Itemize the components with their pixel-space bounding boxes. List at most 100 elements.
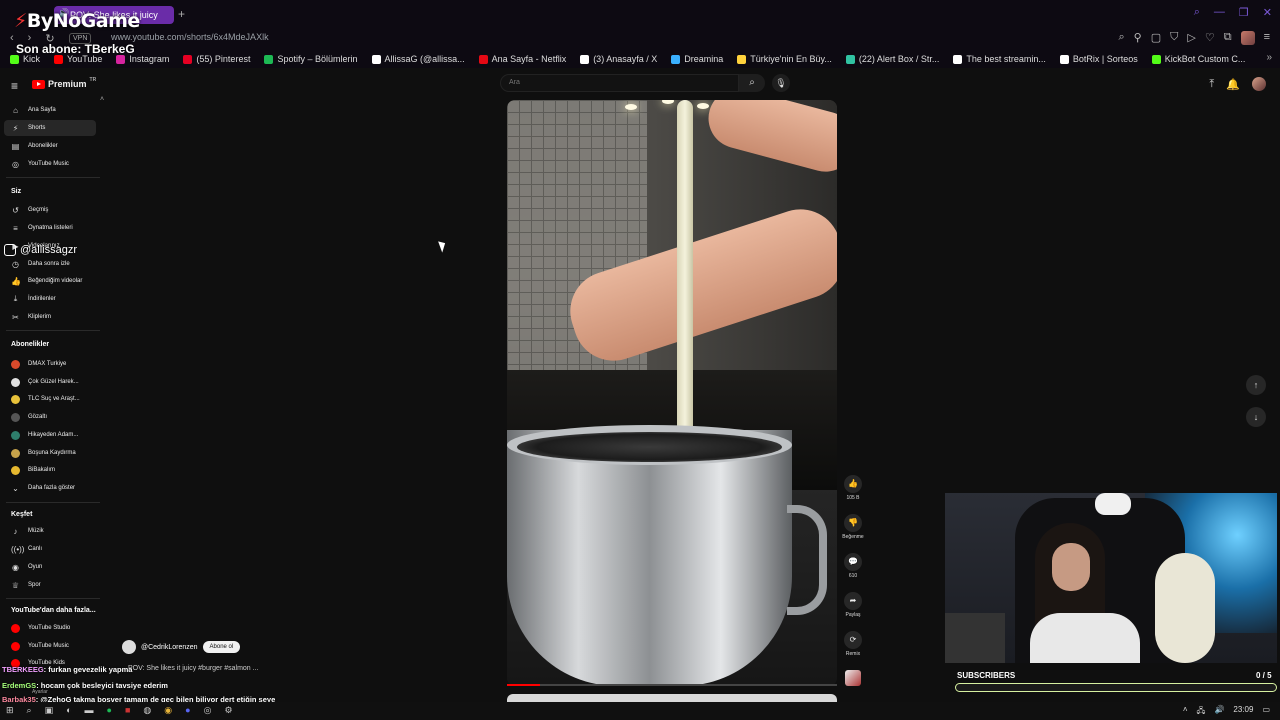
section-heading-you[interactable]: Siz [11,188,21,195]
file-explorer-icon[interactable]: ▬ [85,705,94,716]
task-view-icon[interactable]: ▣ [45,705,54,716]
heart-icon[interactable]: ♡ [1205,31,1215,45]
clip-icon: ✂ [12,312,19,322]
section-heading-more[interactable]: YouTube'dan daha fazla... [11,607,96,614]
sidebar-item-you-5[interactable]: ⤓ İndirilenler [4,291,96,307]
menu-icon[interactable]: ≡ [1264,31,1270,45]
comment-icon[interactable]: 💬 [844,553,862,571]
section-heading-explore[interactable]: Keşfet [11,511,32,518]
channel-avatar[interactable] [122,640,136,654]
sidebar-item-explore-1[interactable]: ((•)) Canlı [4,541,96,557]
app-icon[interactable]: ■ [125,705,130,716]
sidebar-item-sub-6[interactable]: BiBakalım [4,462,96,478]
video-progress[interactable] [507,684,837,686]
subscribe-button[interactable]: Abone ol [202,641,241,653]
volume-icon[interactable]: 🔊 [1214,705,1224,719]
bookmark-item[interactable]: Türkiye'nin En Büy... [737,54,832,64]
sidebar-item-you-1[interactable]: ≡ Oynatma listeleri [4,220,96,236]
sidebar-item-explore-0[interactable]: ♪ Müzik [4,523,96,539]
share-icon[interactable]: ➦ [844,592,862,610]
sidebar-item-sub-4[interactable]: Hikayeden Adam... [4,427,96,443]
bookmark-item[interactable]: (22) Alert Box / Str... [845,54,939,64]
spotify-icon[interactable]: ● [107,705,112,716]
zoom-icon[interactable]: ⌕ [1118,31,1124,45]
sidebar-item-main-3[interactable]: ◎ YouTube Music [4,156,96,172]
minimize-button[interactable]: — [1214,6,1225,19]
screenshot-icon[interactable]: ▢ [1151,31,1161,45]
sidebar-item-more-0[interactable]: YouTube Studio [4,620,96,636]
youtube-logo[interactable]: Premium TR [32,77,96,89]
channel-name[interactable]: @CedrikLorenzen [141,644,198,651]
thumbs-up-icon[interactable]: 👍 [844,475,862,493]
bookmarks-overflow-icon[interactable]: » [1266,52,1272,63]
tray-chevron-icon[interactable]: ˄ [1183,705,1188,719]
network-icon[interactable]: 🖧 [1197,705,1206,719]
sidebar-item-main-1[interactable]: ⚡ Shorts [4,120,96,136]
sidebar-item-main-0[interactable]: ⌂ Ana Sayfa [4,102,96,118]
pin-icon[interactable]: ⚲ [1134,31,1142,45]
sidebar-item-label: BiBakalım [28,467,56,473]
sidebar-item-you-4[interactable]: 👍 Beğendiğim videolar [4,273,96,289]
sidebar-item-show-more[interactable]: ⌄ Daha fazla göster [4,480,96,496]
sidebar-item-you-0[interactable]: ↺ Geçmiş [4,202,96,218]
close-button[interactable]: ✕ [1263,6,1272,19]
microphone-icon[interactable]: 🎙 [772,74,790,92]
back-icon[interactable]: ‹ [10,32,14,45]
obs-icon[interactable]: ◎ [204,705,212,716]
search-icon[interactable]: ⌕ [739,74,765,92]
sidebar-item-you-6[interactable]: ✂ Kliplerim [4,309,96,325]
extensions-icon[interactable]: ⧉ [1224,31,1232,45]
search-icon[interactable]: ⌕ [1194,6,1200,19]
thumbs-down-icon[interactable]: 👎 [844,514,862,532]
app-icon[interactable]: ◐ [66,705,71,716]
sidebar-item-sub-1[interactable]: Çok Güzel Harek... [4,374,96,390]
search-input[interactable]: Ara [500,74,739,92]
bookmark-item[interactable]: BotRix | Sorteos [1059,54,1138,64]
sidebar-item-you-3[interactable]: ◷ Daha sonra izle [4,256,96,272]
upload-icon[interactable]: ⤒ [1209,78,1214,91]
notifications-icon[interactable]: ▭ [1262,705,1270,719]
bookmark-item[interactable]: AllissaG (@allissa... [371,54,465,64]
section-heading-subscriptions[interactable]: Abonelikler [11,341,49,348]
sidebar-item-explore-3[interactable]: ♕ Spor [4,577,96,593]
settings-icon[interactable]: ⚙ [224,705,232,716]
discord-icon[interactable]: ● [185,705,190,716]
bookmark-item[interactable]: KickBot Custom C... [1151,54,1245,64]
previous-short-button[interactable]: ↑ [1246,375,1266,395]
sidebar-scroll-up-icon[interactable]: ˄ [100,96,104,103]
bell-icon[interactable]: 🔔 [1226,78,1240,91]
url-field[interactable]: www.youtube.com/shorts/6x4MdeJAXlk [111,32,269,42]
sidebar-item-sub-5[interactable]: Boşuna Kaydırma [4,445,96,461]
bookmark-item[interactable]: Dreamina [671,54,723,64]
bookmark-item[interactable]: (3) Anasayfa / X [580,54,657,64]
clock[interactable]: 23:09 [1233,705,1253,719]
sound-avatar[interactable] [845,670,861,686]
bookmark-item[interactable]: (55) Pinterest [183,54,250,64]
sidebar-item-more-1[interactable]: YouTube Music [4,638,96,654]
sidebar-item-explore-2[interactable]: ◉ Oyun [4,559,96,575]
browser-profile-avatar[interactable] [1240,31,1255,45]
sidebar-item-sub-2[interactable]: TLC Suç ve Araşt... [4,391,96,407]
search-icon[interactable]: ⌕ [27,705,32,716]
shield-icon[interactable]: ⛉ [1170,31,1178,45]
windows-start-icon[interactable]: ⊞ [6,705,14,716]
bookmark-item[interactable]: Spotify – Bölümlerin [264,54,358,64]
restore-button[interactable]: ❐ [1239,6,1249,19]
hamburger-icon[interactable]: ≡ [11,79,18,93]
share-action: ➦ Paylaş [843,592,863,618]
new-tab-button[interactable]: + [178,7,185,21]
next-short-button[interactable]: ↓ [1246,407,1266,427]
steam-icon[interactable]: ◍ [143,705,151,716]
shorts-video-player[interactable] [507,100,837,686]
sidebar-item-sub-0[interactable]: DMAX Turkiye [4,356,96,372]
sidebar-item-sub-3[interactable]: Gözaltı [4,409,96,425]
avatar[interactable] [1252,77,1266,91]
subscriber-goal-count: 0 / 5 [1256,671,1272,680]
bookmark-item[interactable]: The best streamin... [953,54,1046,64]
sidebar-item-main-2[interactable]: ▤ Abonelikler [4,138,96,154]
chrome-icon[interactable]: ◉ [164,705,172,716]
bookmark-item[interactable]: Ana Sayfa - Netflix [478,54,566,64]
mouse-cursor [438,239,448,253]
remix-icon[interactable]: ⟳ [844,631,862,649]
player-icon[interactable]: ▷ [1187,31,1195,45]
